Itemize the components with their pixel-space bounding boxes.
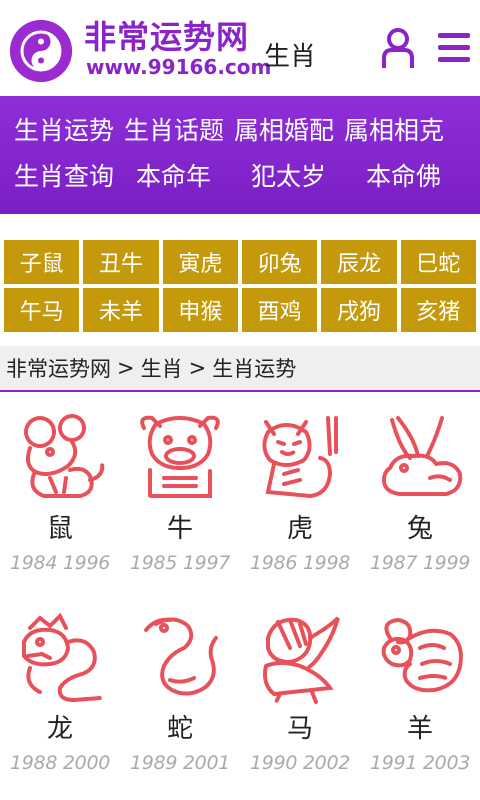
tiger-icon[interactable] xyxy=(250,408,350,508)
zodiac-cell-dog[interactable]: 戌狗 xyxy=(321,288,397,332)
animal-card-rabbit[interactable]: 兔 1987 1999 xyxy=(360,402,480,602)
animal-years: 1984 1996 xyxy=(9,552,111,574)
breadcrumb-current: 生肖运势 xyxy=(212,357,297,381)
zodiac-cell-horse[interactable]: 午马 xyxy=(4,288,80,332)
rat-icon[interactable] xyxy=(10,408,110,508)
zodiac-cell-rat[interactable]: 子鼠 xyxy=(4,240,80,284)
nav-item-benming-year[interactable]: 本命年 xyxy=(136,157,211,193)
animal-card-tiger[interactable]: 虎 1986 1998 xyxy=(240,402,360,602)
nav-item-conflict[interactable]: 属相相克 xyxy=(344,111,444,147)
menu-icon[interactable] xyxy=(436,30,472,66)
animal-name: 蛇 xyxy=(166,714,193,744)
animal-years: 1991 2003 xyxy=(369,752,471,774)
breadcrumb-zodiac[interactable]: 生肖 xyxy=(141,353,183,383)
breadcrumb-separator: > xyxy=(117,356,135,380)
animal-name: 鼠 xyxy=(46,514,73,544)
snake-icon[interactable] xyxy=(130,608,230,708)
nav-item-fortune[interactable]: 生肖运势 xyxy=(14,111,114,147)
section-label: 生肖 xyxy=(264,42,317,72)
nav-item-benming-buddha[interactable]: 本命佛 xyxy=(366,157,441,193)
zodiac-cell-tiger[interactable]: 寅虎 xyxy=(162,240,238,284)
ox-icon[interactable] xyxy=(130,408,230,508)
taiji-logo-icon[interactable] xyxy=(10,20,72,82)
animal-years: 1987 1999 xyxy=(369,552,471,574)
nav-row-2: 生肖查询 本命年 犯太岁 本命佛 xyxy=(0,152,480,198)
nav-row-1: 生肖运势 生肖话题 属相婚配 属相相克 xyxy=(0,106,480,152)
zodiac-cell-ox[interactable]: 丑牛 xyxy=(83,240,159,284)
breadcrumb: 非常运势网 > 生肖 > 生肖运势 xyxy=(0,346,480,392)
breadcrumb-separator: > xyxy=(188,356,207,380)
animal-card-snake[interactable]: 蛇 1989 2001 xyxy=(120,602,240,800)
animal-name: 羊 xyxy=(406,714,433,744)
nav-item-topics[interactable]: 生肖话题 xyxy=(124,111,224,147)
animal-name: 牛 xyxy=(166,514,193,544)
zodiac-cell-rabbit[interactable]: 卯兔 xyxy=(241,240,318,284)
rabbit-icon[interactable] xyxy=(370,408,470,508)
nav-item-lookup[interactable]: 生肖查询 xyxy=(14,157,114,193)
animal-years: 1990 2002 xyxy=(249,752,351,774)
animal-name: 虎 xyxy=(286,514,313,544)
animal-grid: 鼠 1984 1996 牛 1985 1997 虎 1986 1998 兔 19… xyxy=(0,392,480,800)
animal-name: 马 xyxy=(286,714,313,744)
nav-item-matching[interactable]: 属相婚配 xyxy=(234,111,334,147)
animal-years: 1989 2001 xyxy=(129,752,231,774)
horse-icon[interactable] xyxy=(250,608,350,708)
zodiac-cell-rooster[interactable]: 酉鸡 xyxy=(241,288,318,332)
user-icon[interactable] xyxy=(380,26,416,70)
animal-card-dragon[interactable]: 龙 1988 2000 xyxy=(0,602,120,800)
animal-card-ox[interactable]: 牛 1985 1997 xyxy=(120,402,240,602)
site-name[interactable]: 非常运势网 xyxy=(84,18,249,56)
animal-name: 龙 xyxy=(46,714,73,744)
zodiac-cell-pig[interactable]: 亥猪 xyxy=(400,288,476,332)
zodiac-cell-snake[interactable]: 巳蛇 xyxy=(400,240,476,284)
goat-icon[interactable] xyxy=(370,608,470,708)
zodiac-cell-goat[interactable]: 未羊 xyxy=(83,288,159,332)
animal-years: 1988 2000 xyxy=(9,752,111,774)
animal-card-goat[interactable]: 羊 1991 2003 xyxy=(360,602,480,800)
breadcrumb-home[interactable]: 非常运势网 xyxy=(6,353,111,383)
main-nav: 生肖运势 生肖话题 属相婚配 属相相克 生肖查询 本命年 犯太岁 本命佛 xyxy=(0,96,480,214)
site-header: 非常运势网 www.99166.com 生肖 xyxy=(0,0,480,96)
zodiac-cell-monkey[interactable]: 申猴 xyxy=(162,288,238,332)
animal-years: 1985 1997 xyxy=(129,552,231,574)
dragon-icon[interactable] xyxy=(10,608,110,708)
zodiac-cell-dragon[interactable]: 辰龙 xyxy=(321,240,397,284)
animal-card-rat[interactable]: 鼠 1984 1996 xyxy=(0,402,120,602)
zodiac-row-1: 子鼠 丑牛 寅虎 卯兔 辰龙 巳蛇 xyxy=(4,240,476,284)
zodiac-row-2: 午马 未羊 申猴 酉鸡 戌狗 亥猪 xyxy=(4,288,476,332)
nav-item-fan-taisui[interactable]: 犯太岁 xyxy=(251,157,326,193)
animal-name: 兔 xyxy=(406,514,433,544)
animal-years: 1986 1998 xyxy=(249,552,351,574)
animal-card-horse[interactable]: 马 1990 2002 xyxy=(240,602,360,800)
zodiac-grid: 子鼠 丑牛 寅虎 卯兔 辰龙 巳蛇 午马 未羊 申猴 酉鸡 戌狗 亥猪 xyxy=(0,240,480,332)
site-url[interactable]: www.99166.com xyxy=(86,56,271,78)
